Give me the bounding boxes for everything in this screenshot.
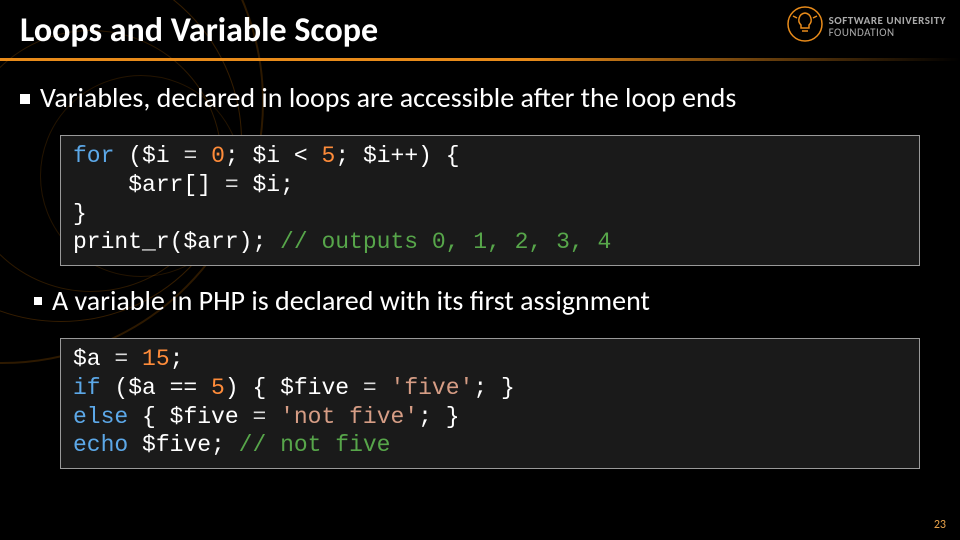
title-underline: [0, 58, 960, 61]
bullet-2: A variable in PHP is declared with its f…: [34, 283, 650, 318]
slide-title: Loops and Variable Scope: [20, 10, 378, 51]
bullet-1: Variables, declared in loops are accessi…: [20, 80, 736, 115]
code-block-2: $a = 15; if ($a == 5) { $five = 'five'; …: [60, 338, 920, 469]
logo: SOFTWARE UNIVERSITY FOUNDATION: [787, 6, 946, 47]
logo-text: SOFTWARE UNIVERSITY FOUNDATION: [829, 15, 946, 38]
lightbulb-icon: [787, 6, 823, 47]
slide: Loops and Variable Scope SOFTWARE UNIVER…: [0, 0, 960, 540]
page-number: 23: [934, 518, 946, 532]
code-block-1: for ($i = 0; $i < 5; $i++) { $arr[] = $i…: [60, 135, 920, 266]
bullet-2-text: A variable in PHP is declared with its f…: [52, 283, 650, 318]
bullet-1-text: Variables, declared in loops are accessi…: [40, 80, 736, 115]
bullet-icon: [20, 94, 30, 104]
bullet-icon: [34, 297, 42, 305]
